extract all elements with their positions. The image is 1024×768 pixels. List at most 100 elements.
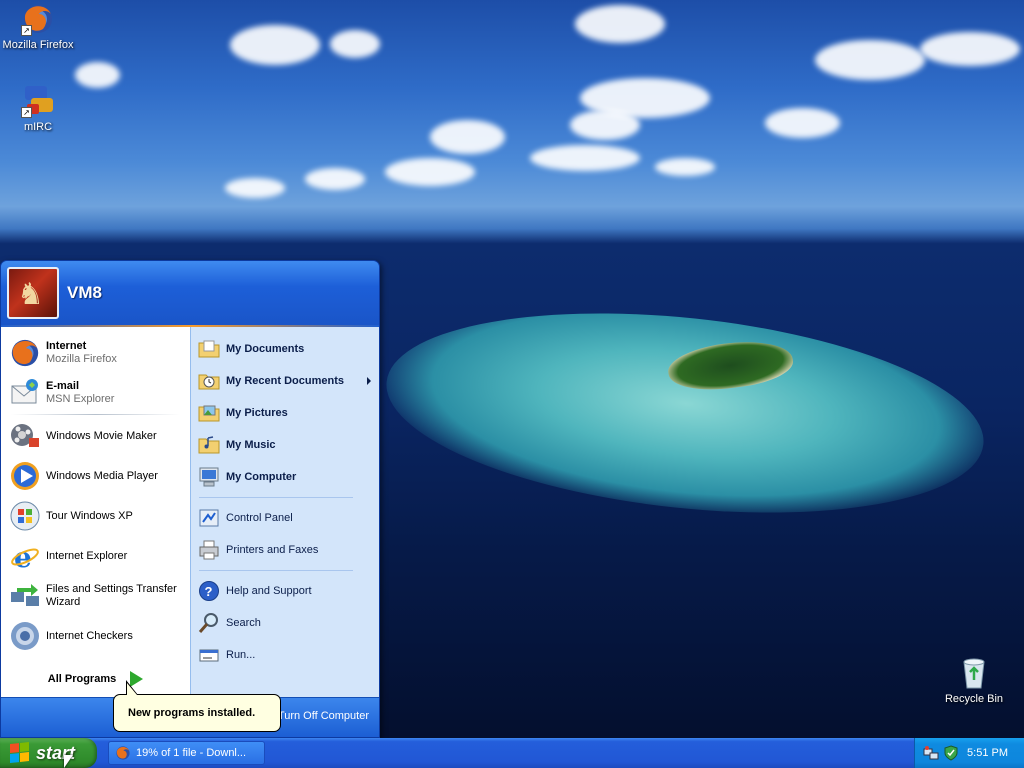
tool-label: Search [226,617,261,629]
place-item-my-documents[interactable]: My Documents [191,333,379,365]
system-tray: 5:51 PM [914,738,1024,768]
network-icon[interactable] [923,745,939,761]
place-label: My Recent Documents [226,375,344,387]
program-label: Files and Settings Transfer Wizard [46,583,177,608]
desktop-icon-label: Recycle Bin [944,693,1004,705]
system-label: Printers and Faxes [226,544,319,556]
program-label: Windows Movie Maker [46,429,157,442]
recent-documents-icon [198,370,220,392]
cloud [430,120,505,154]
cloud [530,145,640,171]
all-programs-label: All Programs [47,673,117,685]
movie-maker-icon [9,420,41,452]
internet-explorer-icon: e [9,540,41,574]
start-button[interactable]: start [0,738,97,768]
help-icon: ? [198,580,220,602]
all-programs-button[interactable]: All Programs [1,661,190,697]
svg-text:?: ? [205,584,213,599]
taskbar-button-download[interactable]: 19% of 1 file - Downl... [108,741,265,765]
place-label: My Music [226,439,276,451]
desktop-icon-mirc[interactable]: ↗ mIRC [0,84,76,133]
shortcut-arrow-icon: ↗ [21,107,32,118]
computer-icon [198,466,220,488]
program-label: Windows Media Player [46,469,158,482]
firefox-icon [116,746,130,760]
program-label: Internet Checkers [46,629,133,642]
chess-icon: ♞ [17,278,44,311]
start-menu-left-pane: Internet Mozilla Firefox E-mail MSN Explor… [1,327,190,697]
cloud [225,178,285,198]
turn-off-computer-button[interactable]: Turn Off Computer [278,710,369,722]
tool-label: Help and Support [226,585,312,597]
folder-pictures-icon [198,402,220,424]
run-icon [198,644,220,666]
system-item-control-panel[interactable]: Control Panel [191,502,379,534]
cloud [330,30,380,58]
desktop-icon-label: mIRC [23,121,53,133]
user-avatar[interactable]: ♞ [7,267,59,319]
desktop-icon-label: Mozilla Firefox [2,39,74,51]
folder-documents-icon [198,338,220,360]
separator [11,414,180,415]
program-item-transfer-wizard[interactable]: Files and Settings Transfer Wizard [1,576,190,616]
media-player-icon [9,460,41,492]
place-item-my-recent-documents[interactable]: My Recent Documents [191,365,379,397]
pinned-item-internet[interactable]: Internet Mozilla Firefox [1,333,190,373]
clock[interactable]: 5:51 PM [967,747,1008,759]
balloon-text: New programs installed. [128,707,256,719]
cloud [305,168,365,190]
program-label: Tour Windows XP [46,509,133,522]
mouse-cursor-icon [64,755,73,768]
cloud [75,62,120,88]
program-item-tour-xp[interactable]: Tour Windows XP [1,496,190,536]
tool-item-run[interactable]: Run... [191,639,379,671]
tool-item-help-support[interactable]: ? Help and Support [191,575,379,607]
recycle-bin-icon [957,656,991,690]
program-item-internet-explorer[interactable]: e Internet Explorer [1,536,190,576]
cloud [655,158,715,176]
submenu-arrow-icon [367,377,371,385]
search-icon [198,612,220,634]
place-label: My Pictures [226,407,288,419]
program-item-internet-checkers[interactable]: Internet Checkers [1,616,190,656]
pinned-item-title: E-mail [46,380,80,392]
transfer-wizard-icon [9,580,41,612]
email-icon [9,377,41,409]
place-item-my-music[interactable]: My Music [191,429,379,461]
pinned-item-subtitle: MSN Explorer [46,393,115,405]
cloud [230,25,320,65]
cloud [575,5,665,43]
separator [199,570,353,571]
tool-item-search[interactable]: Search [191,607,379,639]
desktop-icon-recycle-bin[interactable]: Recycle Bin [936,656,1012,705]
start-menu: ♞ VM8 Internet Mozilla Firefox E-mail MSN … [0,260,380,738]
system-label: Control Panel [226,512,293,524]
user-name: VM8 [67,283,102,302]
program-item-movie-maker[interactable]: Windows Movie Maker [1,416,190,456]
shortcut-arrow-icon: ↗ [21,25,32,36]
cloud [815,40,925,80]
system-item-printers-faxes[interactable]: Printers and Faxes [191,534,379,566]
cloud [765,108,840,138]
new-programs-balloon[interactable]: New programs installed. [113,694,281,732]
desktop-icon-firefox[interactable]: ↗ Mozilla Firefox [0,2,76,51]
folder-music-icon [198,434,220,456]
security-shield-icon[interactable] [943,745,959,761]
control-panel-icon [198,507,220,529]
balloon-tail-fill [127,683,137,695]
separator [199,497,353,498]
cloud [920,32,1020,66]
place-label: My Documents [226,343,305,355]
place-item-my-pictures[interactable]: My Pictures [191,397,379,429]
pinned-item-email[interactable]: E-mail MSN Explorer [1,373,190,413]
taskbar-button-label: 19% of 1 file - Downl... [136,747,247,759]
place-item-my-computer[interactable]: My Computer [191,461,379,493]
start-menu-header: ♞ VM8 [1,261,379,325]
cloud [385,158,475,186]
place-label: My Computer [226,471,297,483]
program-label: Internet Explorer [46,549,128,562]
program-item-media-player[interactable]: Windows Media Player [1,456,190,496]
firefox-icon [9,337,41,369]
checkers-icon [9,620,41,652]
reef-lagoon [376,287,994,539]
